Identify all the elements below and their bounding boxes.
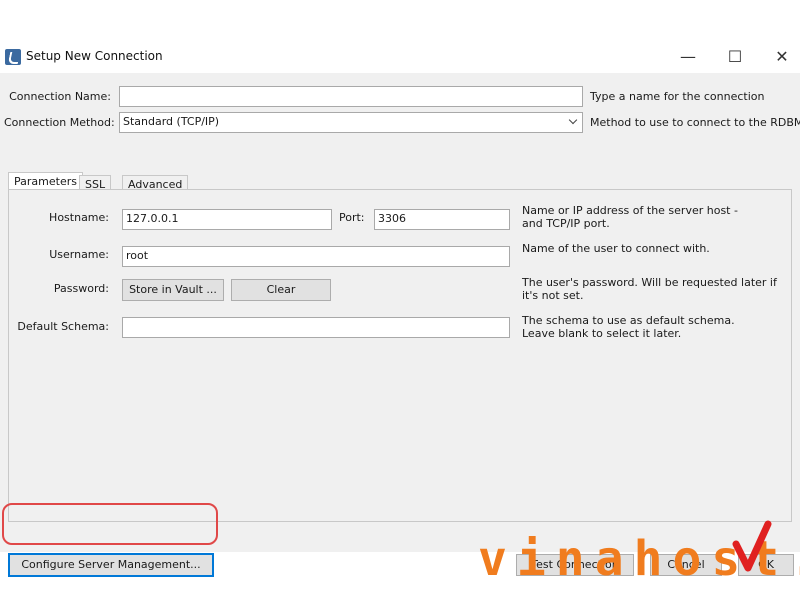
default-schema-label: Default Schema:	[17, 320, 109, 333]
watermark-dot: .	[789, 531, 800, 587]
hostname-help: Name or IP address of the server host - …	[522, 204, 738, 230]
connection-name-input[interactable]	[119, 86, 583, 107]
username-label: Username:	[49, 248, 109, 261]
connection-name-help: Type a name for the connection	[590, 90, 765, 103]
clear-password-button[interactable]: Clear	[231, 279, 331, 301]
port-label: Port:	[339, 211, 365, 224]
port-input[interactable]: 3306	[374, 209, 510, 230]
parameters-panel: Hostname: 127.0.0.1 Port: 3306 Name or I…	[8, 189, 792, 522]
username-input[interactable]: root	[122, 246, 510, 267]
password-help: The user's password. Will be requested l…	[522, 276, 777, 302]
dialog-body: Connection Name: Type a name for the con…	[0, 73, 800, 577]
highlight-callout	[2, 503, 218, 545]
minimize-button[interactable]: —	[666, 44, 710, 70]
username-help: Name of the user to connect with.	[522, 242, 710, 255]
mysql-workbench-icon	[5, 49, 21, 65]
close-button[interactable]: ✕	[760, 44, 800, 70]
connection-method-label: Connection Method:	[4, 116, 115, 129]
title-bar: Setup New Connection — ☐ ✕	[0, 40, 800, 73]
connection-name-label: Connection Name:	[9, 90, 111, 103]
checkmark-icon	[732, 520, 772, 572]
password-label: Password:	[53, 282, 109, 295]
hostname-label: Hostname:	[49, 211, 109, 224]
hostname-input[interactable]: 127.0.0.1	[122, 209, 332, 230]
store-in-vault-button[interactable]: Store in Vault ...	[122, 279, 224, 301]
chevron-down-icon[interactable]	[568, 116, 578, 126]
maximize-button[interactable]: ☐	[713, 44, 757, 70]
setup-connection-dialog: Setup New Connection — ☐ ✕ Connection Na…	[0, 40, 800, 577]
default-schema-input[interactable]	[122, 317, 510, 338]
connection-method-help: Method to use to connect to the RDBMS	[590, 116, 800, 129]
configure-server-management-button[interactable]: Configure Server Management...	[8, 553, 214, 577]
connection-method-select[interactable]: Standard (TCP/IP)	[119, 112, 583, 133]
window-title: Setup New Connection	[26, 49, 163, 63]
connection-method-value: Standard (TCP/IP)	[123, 115, 220, 128]
default-schema-help: The schema to use as default schema. Lea…	[522, 314, 735, 340]
